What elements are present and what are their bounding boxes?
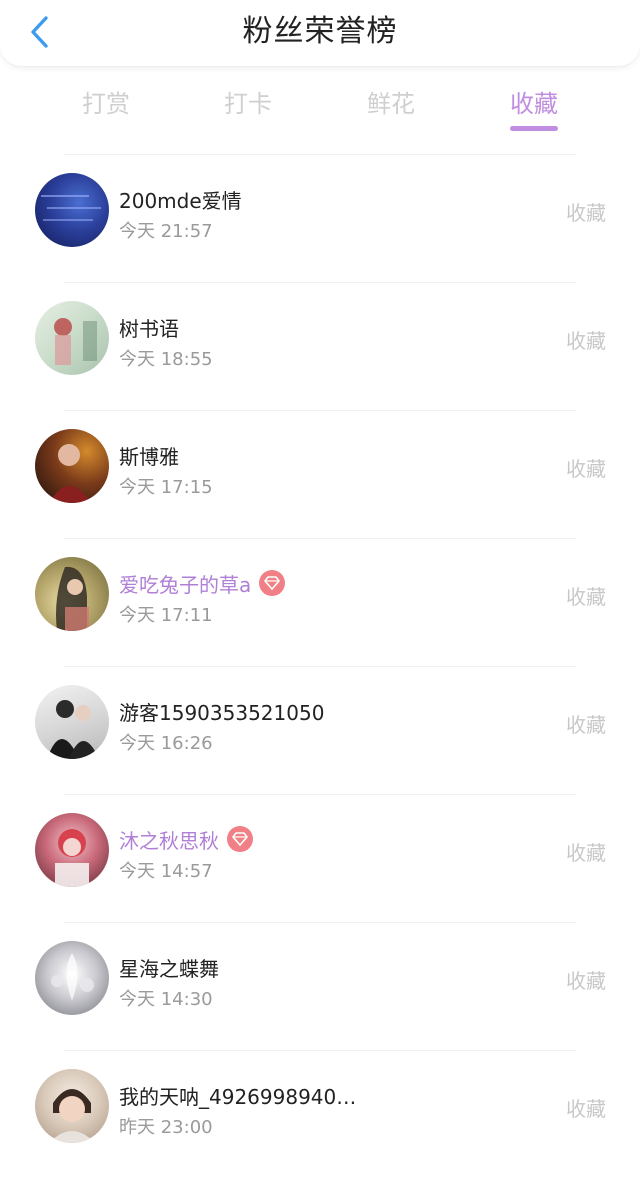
timestamp: 今天 18:55 bbox=[119, 349, 213, 370]
timestamp: 今天 14:57 bbox=[119, 861, 213, 882]
avatar[interactable] bbox=[35, 941, 109, 1015]
timestamp: 今天 14:30 bbox=[119, 989, 213, 1010]
list-item[interactable]: 沐之秋思秋 今天 14:57 收藏 bbox=[0, 795, 640, 923]
user-name: 游客1590353521050 bbox=[119, 700, 325, 725]
avatar[interactable] bbox=[35, 301, 109, 375]
favorite-label: 收藏 bbox=[566, 713, 606, 737]
favorite-label: 收藏 bbox=[566, 1097, 606, 1121]
timestamp: 今天 21:57 bbox=[119, 221, 213, 242]
user-name: 沐之秋思秋 bbox=[119, 828, 219, 853]
list-item[interactable]: 游客1590353521050 今天 16:26 收藏 bbox=[0, 667, 640, 795]
list-item[interactable]: 我的天呐_4926998940… 昨天 23:00 收藏 bbox=[0, 1051, 640, 1179]
active-tab-indicator bbox=[510, 126, 558, 131]
user-name: 我的天呐_4926998940… bbox=[119, 1084, 357, 1109]
top-bar: 粉丝荣誉榜 bbox=[0, 0, 640, 67]
fan-list: 200mde爱情 今天 21:57 收藏 树书语 今天 18:55 收藏 斯博雅… bbox=[0, 155, 640, 1179]
timestamp: 今天 17:11 bbox=[119, 605, 213, 626]
timestamp: 昨天 23:00 bbox=[119, 1117, 213, 1138]
tab-reward[interactable]: 打赏 bbox=[58, 84, 154, 132]
timestamp: 今天 16:26 bbox=[119, 733, 213, 754]
user-name: 星海之蝶舞 bbox=[119, 956, 219, 981]
user-name: 树书语 bbox=[119, 316, 179, 341]
avatar[interactable] bbox=[35, 685, 109, 759]
timestamp: 今天 17:15 bbox=[119, 477, 213, 498]
user-name: 斯博雅 bbox=[119, 444, 179, 469]
tab-favorites[interactable]: 收藏 bbox=[486, 84, 582, 132]
favorite-label: 收藏 bbox=[566, 841, 606, 865]
list-item[interactable]: 星海之蝶舞 今天 14:30 收藏 bbox=[0, 923, 640, 1051]
tab-label: 收藏 bbox=[510, 90, 558, 118]
avatar[interactable] bbox=[35, 557, 109, 631]
tab-label: 打卡 bbox=[224, 90, 272, 118]
favorite-label: 收藏 bbox=[566, 329, 606, 353]
list-item[interactable]: 200mde爱情 今天 21:57 收藏 bbox=[0, 155, 640, 283]
avatar[interactable] bbox=[35, 813, 109, 887]
diamond-badge-icon bbox=[259, 570, 286, 596]
list-item[interactable]: 树书语 今天 18:55 收藏 bbox=[0, 283, 640, 411]
list-item[interactable]: 斯博雅 今天 17:15 收藏 bbox=[0, 411, 640, 539]
tab-checkin[interactable]: 打卡 bbox=[200, 84, 296, 132]
tab-label: 鲜花 bbox=[367, 90, 415, 118]
avatar[interactable] bbox=[35, 1069, 109, 1143]
tab-label: 打赏 bbox=[82, 90, 130, 118]
page-title: 粉丝荣誉榜 bbox=[242, 14, 398, 49]
user-name: 200mde爱情 bbox=[119, 188, 242, 213]
favorite-label: 收藏 bbox=[566, 201, 606, 225]
favorite-label: 收藏 bbox=[566, 585, 606, 609]
avatar[interactable] bbox=[35, 429, 109, 503]
user-name: 爱吃兔子的草a bbox=[119, 572, 252, 597]
tab-bar: 打赏 打卡 鲜花 收藏 bbox=[0, 76, 640, 136]
avatar[interactable] bbox=[35, 173, 109, 247]
favorite-label: 收藏 bbox=[566, 969, 606, 993]
diamond-badge-icon bbox=[227, 826, 253, 852]
favorite-label: 收藏 bbox=[566, 457, 606, 481]
list-item[interactable]: 爱吃兔子的草a 今天 17:11 收藏 bbox=[0, 539, 640, 667]
tab-flowers[interactable]: 鲜花 bbox=[343, 84, 439, 132]
